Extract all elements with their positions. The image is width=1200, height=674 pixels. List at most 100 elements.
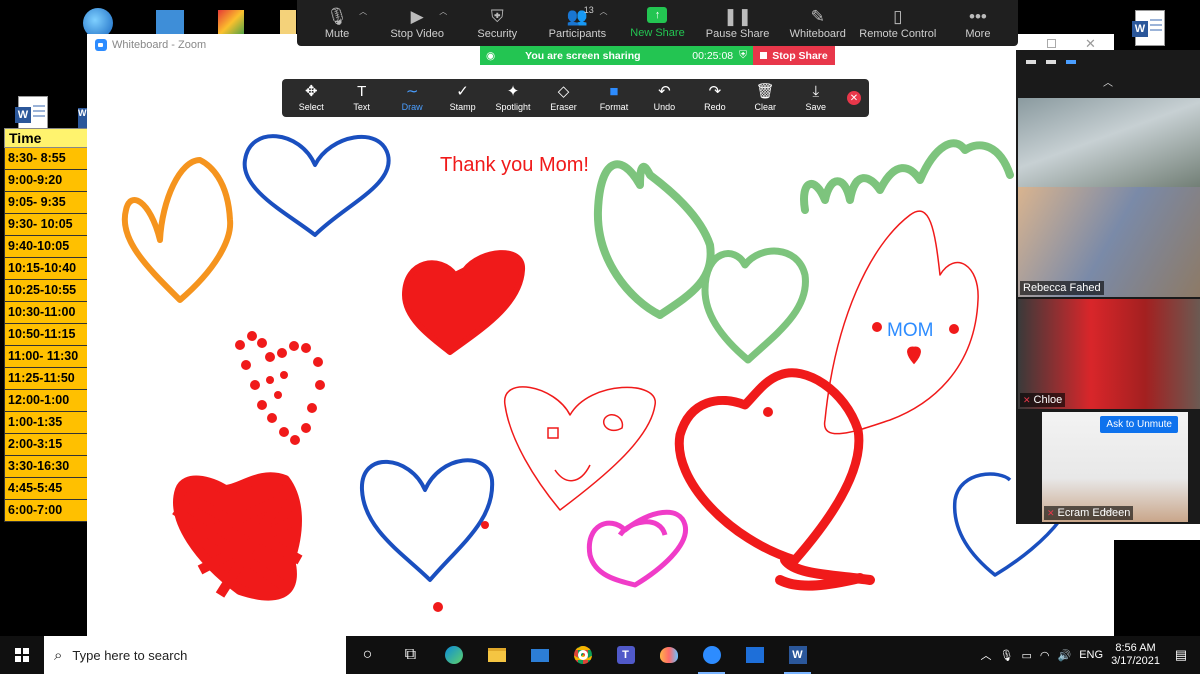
cortana-icon[interactable]: ○ bbox=[346, 636, 389, 674]
participant-video-rebecca[interactable]: Rebecca Fahed bbox=[1018, 187, 1200, 297]
word-taskbar-icon[interactable]: W bbox=[776, 636, 819, 674]
tool-draw-button[interactable]: ∼ Draw bbox=[387, 79, 437, 117]
whiteboard-button[interactable]: ✎ Whiteboard bbox=[778, 0, 858, 46]
media-player-icon[interactable] bbox=[733, 636, 776, 674]
task-view-icon[interactable]: ⧉ bbox=[389, 636, 432, 674]
pause-share-icon: ❚❚ bbox=[723, 7, 752, 26]
tool-label: Stamp bbox=[449, 102, 476, 112]
face-features bbox=[547, 414, 624, 482]
chevron-up-icon[interactable]: ︿ bbox=[439, 6, 447, 17]
remote-control-button[interactable]: ▯ Remote Control bbox=[858, 0, 938, 46]
tiny-red-heart bbox=[907, 346, 921, 365]
word-document-icon: W bbox=[1132, 10, 1165, 46]
green-wave-drawing bbox=[800, 139, 1014, 214]
desktop-word-doc-2[interactable]: W bbox=[15, 96, 48, 132]
tool-text-button[interactable]: T Text bbox=[336, 79, 386, 117]
whiteboard-canvas[interactable] bbox=[87, 34, 1114, 636]
taskbar-search-box[interactable]: ⌕ Type here to search bbox=[44, 636, 346, 674]
more-button[interactable]: ••• More bbox=[938, 0, 1018, 46]
notification-icon[interactable]: ▤ bbox=[1168, 647, 1194, 663]
panel-view-controls bbox=[1016, 50, 1200, 74]
paint-icon[interactable] bbox=[647, 636, 690, 674]
security-button[interactable]: ⛨ Security bbox=[457, 0, 537, 46]
redo-icon: ↷ bbox=[708, 83, 722, 100]
tool-label: Save bbox=[805, 102, 827, 112]
chevron-up-icon[interactable]: ︿ bbox=[359, 6, 367, 17]
clock[interactable]: 8:56 AM 3/17/2021 bbox=[1111, 642, 1160, 668]
chrome-icon[interactable] bbox=[561, 636, 604, 674]
tool-label: Redo bbox=[704, 102, 726, 112]
participant-count-badge: 13 bbox=[583, 5, 594, 15]
tool-eraser-button[interactable]: ◇ Eraser bbox=[538, 79, 588, 117]
pause-share-button[interactable]: ❚❚ Pause Share bbox=[698, 0, 778, 46]
sharing-message: You are screen sharing bbox=[525, 49, 641, 62]
red-dot bbox=[481, 521, 489, 529]
close-whiteboard-icon[interactable]: ✕ bbox=[847, 91, 861, 105]
new-share-button[interactable]: ↑ New Share bbox=[617, 0, 697, 46]
mail-icon[interactable] bbox=[518, 636, 561, 674]
tool-label: Clear bbox=[754, 102, 777, 112]
desktop-app-icon-2[interactable] bbox=[280, 10, 296, 36]
stop-video-icon: ▶ bbox=[410, 7, 424, 26]
language-indicator[interactable]: ENG bbox=[1079, 649, 1103, 661]
schedule-row: 1:00-1:35 bbox=[4, 412, 88, 434]
red-dot-left bbox=[872, 322, 882, 332]
red-dot-2 bbox=[433, 602, 443, 612]
zoom-taskbar-icon[interactable] bbox=[690, 636, 733, 674]
schedule-table: Time 8:30- 8:55 9:00-9:20 9:05- 9:35 9:30- … bbox=[4, 128, 88, 522]
tool-redo-button[interactable]: ↷ Redo bbox=[690, 79, 740, 117]
minimize-view-icon[interactable] bbox=[1026, 60, 1036, 64]
chevron-up-icon[interactable]: ︿ bbox=[599, 6, 607, 17]
search-placeholder: Type here to search bbox=[72, 647, 188, 663]
schedule-row: 12:00-1:00 bbox=[4, 390, 88, 412]
desktop-app-icon[interactable] bbox=[218, 10, 244, 36]
edge-browser-icon[interactable] bbox=[432, 636, 475, 674]
participant-video-chloe[interactable]: ✕ Chloe bbox=[1018, 299, 1200, 409]
stop-video-button[interactable]: ▶ Stop Video ︿ bbox=[377, 0, 457, 46]
battery-icon[interactable]: ▭ bbox=[1022, 649, 1032, 662]
select-icon: ✥ bbox=[304, 83, 318, 100]
tool-label: Format bbox=[599, 102, 629, 112]
stop-share-label: Stop Share bbox=[772, 49, 828, 62]
button-label: Security bbox=[477, 28, 518, 40]
blue-heart-bottom-drawing bbox=[359, 458, 495, 582]
tool-stamp-button[interactable]: ✓ Stamp bbox=[437, 79, 487, 117]
tool-select-button[interactable]: ✥ Select bbox=[286, 79, 336, 117]
volume-icon[interactable]: 🔊 bbox=[1058, 649, 1072, 662]
teams-icon[interactable]: T bbox=[604, 636, 647, 674]
scroll-down-icon[interactable]: ﹀ bbox=[1016, 506, 1200, 521]
wifi-icon[interactable]: ◠ bbox=[1040, 649, 1050, 662]
security-icon: ⛨ bbox=[490, 7, 504, 26]
schedule-row: 11:00- 11:30 bbox=[4, 346, 88, 368]
tool-label: Draw bbox=[401, 102, 423, 112]
start-button[interactable] bbox=[0, 636, 44, 674]
shield-icon: ⛨ bbox=[739, 49, 747, 61]
tool-format-button[interactable]: ■ Format bbox=[589, 79, 639, 117]
microphone-icon[interactable]: 🎙 bbox=[1000, 649, 1014, 662]
thumbnail-view-icon[interactable] bbox=[1046, 60, 1056, 64]
pink-heart-drawing bbox=[586, 509, 688, 588]
face-heart-drawing bbox=[504, 386, 656, 511]
ask-to-unmute-button[interactable]: Ask to Unmute bbox=[1100, 416, 1178, 433]
file-explorer-icon[interactable] bbox=[475, 636, 518, 674]
tool-spotlight-button[interactable]: ✦ Spotlight bbox=[488, 79, 538, 117]
desktop-word-doc[interactable]: W bbox=[1132, 10, 1165, 46]
blue-heart-drawing bbox=[242, 134, 391, 237]
tool-save-button[interactable]: ⤓ Save bbox=[791, 79, 841, 117]
tool-clear-button[interactable]: 🗑 Clear bbox=[740, 79, 790, 117]
scroll-up-icon[interactable]: ︿ bbox=[1016, 74, 1200, 89]
sharing-elapsed-time: 00:25:08 bbox=[692, 49, 734, 62]
chevron-up-icon[interactable]: ︿ bbox=[981, 647, 992, 663]
whiteboard-window[interactable]: Whiteboard - Zoom ✕ Thank you Mom! MOM bbox=[87, 34, 1114, 652]
tool-label: Select bbox=[298, 102, 324, 112]
mute-button[interactable]: 🎙 Mute ︿ bbox=[297, 0, 377, 46]
eraser-icon: ◇ bbox=[557, 83, 570, 100]
desktop-folder-icon[interactable] bbox=[156, 10, 184, 36]
spotlight-icon: ✦ bbox=[506, 83, 520, 100]
button-label: Whiteboard bbox=[789, 28, 846, 40]
gallery-view-icon[interactable] bbox=[1066, 60, 1076, 64]
stop-share-button[interactable]: Stop Share bbox=[753, 46, 835, 65]
tool-undo-button[interactable]: ↶ Undo bbox=[639, 79, 689, 117]
schedule-row: 9:00-9:20 bbox=[4, 170, 88, 192]
participants-button[interactable]: 👥 Participants 13 ︿ bbox=[537, 0, 617, 46]
